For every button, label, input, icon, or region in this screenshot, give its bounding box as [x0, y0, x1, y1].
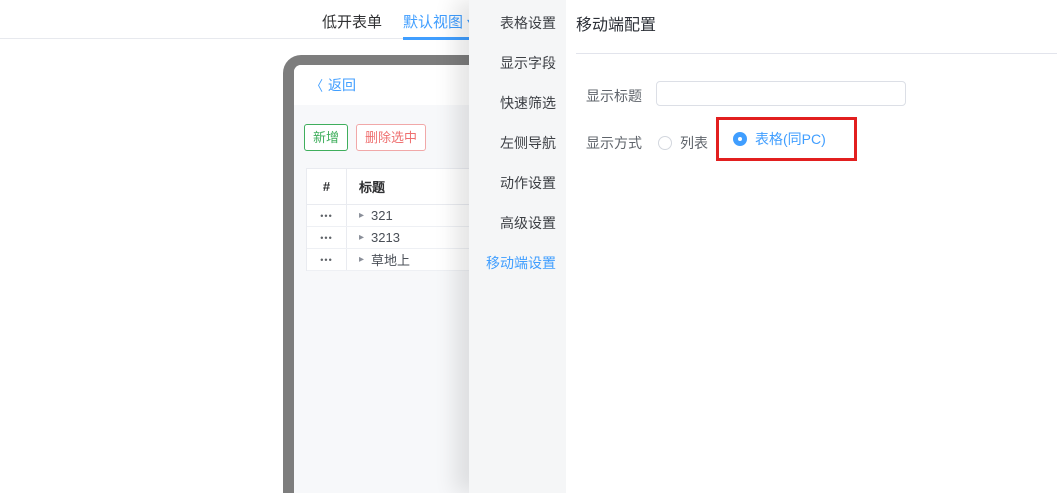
- form-designer-screen: 低开表单 默认视图▼ 〈返回 新增 删除选中 # 标题 •••: [0, 0, 1057, 493]
- row-menu-icon[interactable]: •••: [320, 233, 332, 243]
- expand-caret-icon[interactable]: ▸: [359, 254, 364, 265]
- radio-option-table-label: 表格(同PC): [755, 131, 826, 147]
- display-mode-label: 显示方式: [586, 135, 642, 151]
- panel-title: 移动端配置: [576, 17, 657, 34]
- expand-caret-icon[interactable]: ▸: [359, 232, 364, 243]
- row-title: 草地上: [371, 253, 411, 268]
- radio-option-list[interactable]: 列表: [658, 133, 708, 153]
- tab-default-view-label: 默认视图: [403, 14, 464, 31]
- menu-item-display-fields[interactable]: 显示字段: [469, 43, 566, 83]
- back-link-label: 返回: [328, 77, 357, 93]
- row-menu-icon[interactable]: •••: [320, 211, 332, 221]
- radio-option-table[interactable]: 表格(同PC): [733, 129, 826, 149]
- topbar-divider: [0, 38, 469, 39]
- expand-caret-icon[interactable]: ▸: [359, 210, 364, 221]
- column-header-title: 标题: [359, 180, 386, 195]
- back-link[interactable]: 〈返回: [311, 75, 356, 95]
- menu-item-left-nav[interactable]: 左侧导航: [469, 123, 566, 163]
- row-title: 3213: [371, 230, 400, 245]
- highlight-red-box: 表格(同PC): [716, 117, 857, 161]
- tab-low-code-form[interactable]: 低开表单: [322, 11, 382, 32]
- show-title-input[interactable]: [656, 81, 906, 106]
- radio-option-list-label: 列表: [680, 135, 708, 151]
- active-tab-indicator: [403, 37, 469, 40]
- menu-item-action-settings[interactable]: 动作设置: [469, 163, 566, 203]
- table-header-row: # 标题: [307, 169, 493, 205]
- mobile-preview-screen: 〈返回 新增 删除选中 # 标题 ••• ▸ 321 ••• ▸ 3213 ••…: [294, 65, 493, 493]
- column-header-index: #: [307, 169, 347, 204]
- radio-checked-icon: [733, 132, 747, 146]
- settings-drawer: 表格设置 显示字段 快速筛选 左侧导航 动作设置 高级设置 移动端设置 移动端配…: [469, 0, 1057, 493]
- mobile-action-bar: 新增 删除选中: [304, 124, 493, 151]
- show-title-label: 显示标题: [586, 88, 642, 104]
- mobile-table: # 标题 ••• ▸ 321 ••• ▸ 3213 ••• ▸ 草地上: [306, 168, 493, 271]
- table-row[interactable]: ••• ▸ 3213: [307, 227, 493, 249]
- delete-selected-button[interactable]: 删除选中: [356, 124, 427, 151]
- menu-item-quick-filter[interactable]: 快速筛选: [469, 83, 566, 123]
- row-menu-icon[interactable]: •••: [320, 255, 332, 265]
- chevron-left-icon: 〈: [311, 77, 324, 94]
- add-button[interactable]: 新增: [304, 124, 349, 151]
- menu-item-table-settings[interactable]: 表格设置: [469, 3, 566, 43]
- tab-default-view[interactable]: 默认视图▼: [403, 11, 476, 32]
- table-row[interactable]: ••• ▸ 321: [307, 205, 493, 227]
- panel-divider: [576, 53, 1057, 54]
- mobile-preview-header: 〈返回: [294, 65, 493, 105]
- mobile-config-panel: 移动端配置 显示标题 显示方式 列表 表格(同PC): [566, 0, 1057, 493]
- table-row[interactable]: ••• ▸ 草地上: [307, 249, 493, 271]
- menu-item-mobile-settings[interactable]: 移动端设置: [469, 243, 566, 283]
- row-title: 321: [371, 208, 393, 223]
- menu-item-advanced-settings[interactable]: 高级设置: [469, 203, 566, 243]
- mobile-preview-frame: 〈返回 新增 删除选中 # 标题 ••• ▸ 321 ••• ▸ 3213 ••…: [283, 55, 493, 493]
- radio-unchecked-icon: [658, 136, 672, 150]
- settings-menu: 表格设置 显示字段 快速筛选 左侧导航 动作设置 高级设置 移动端设置: [469, 0, 566, 493]
